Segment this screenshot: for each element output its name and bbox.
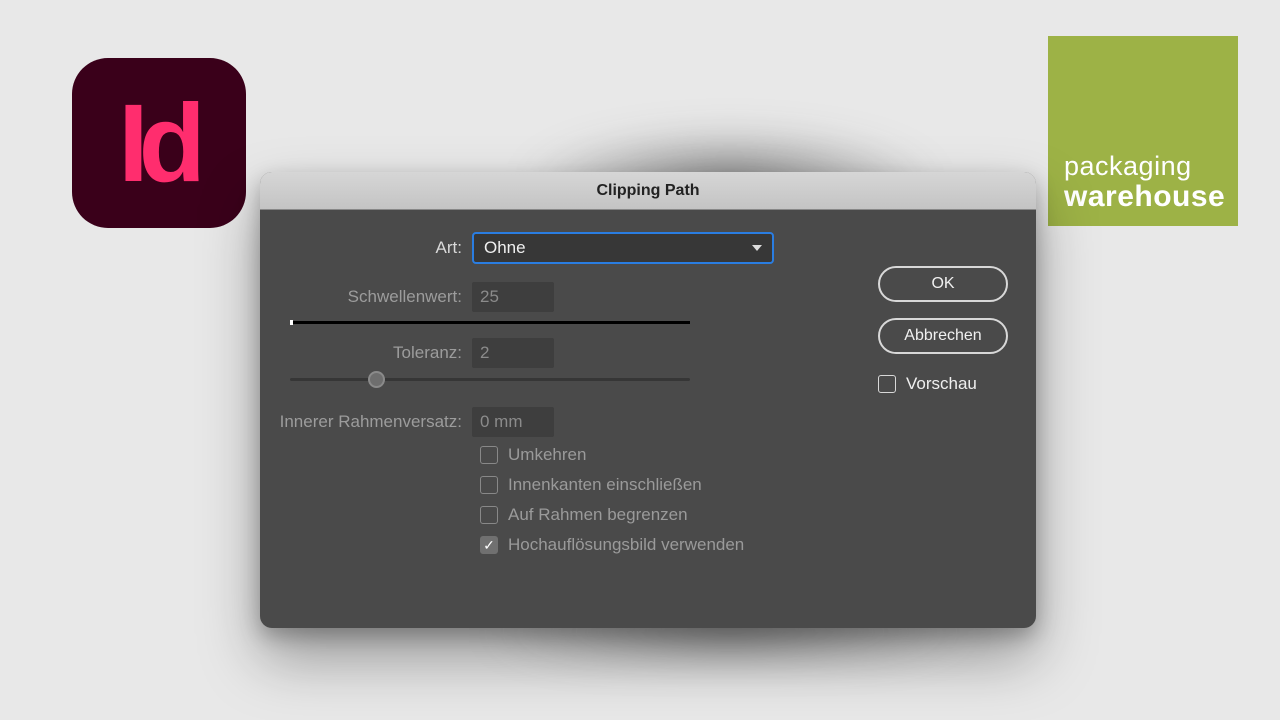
ok-button[interactable]: OK: [878, 266, 1008, 302]
auf-rahmen-label: Auf Rahmen begrenzen: [508, 505, 688, 525]
clipping-path-dialog: Clipping Path Art: Ohne Schwellenwert: 2…: [260, 172, 1036, 628]
form-area: Art: Ohne Schwellenwert: 25 Toleranz:: [260, 210, 820, 565]
umkehren-label: Umkehren: [508, 445, 586, 465]
hochaufloesung-checkbox-row[interactable]: ✓ Hochauflösungsbild verwenden: [480, 535, 820, 555]
logo-line-1: packaging: [1064, 151, 1222, 182]
dialog-title: Clipping Path: [596, 182, 699, 200]
innerer-rahmenversatz-label: Innerer Rahmenversatz:: [260, 412, 472, 432]
dialog-titlebar: Clipping Path: [260, 172, 1036, 210]
logo-line-2: warehouse: [1064, 180, 1222, 214]
innenkanten-label: Innenkanten einschließen: [508, 475, 702, 495]
art-dropdown-value: Ohne: [484, 238, 526, 258]
indesign-app-icon: I d: [72, 58, 246, 228]
hochaufloesung-label: Hochauflösungsbild verwenden: [508, 535, 744, 555]
toleranz-value: 2: [480, 343, 489, 363]
preview-checkbox-row[interactable]: Vorschau: [878, 374, 1008, 394]
slider-thumb[interactable]: [368, 371, 385, 388]
schwellenwert-input[interactable]: 25: [472, 282, 554, 312]
checkbox-icon: [878, 375, 896, 393]
chevron-down-icon: [752, 245, 762, 251]
schwellenwert-label: Schwellenwert:: [260, 287, 472, 307]
toleranz-label: Toleranz:: [260, 343, 472, 363]
preview-label: Vorschau: [906, 374, 977, 394]
app-icon-letter-d: d: [139, 94, 200, 193]
umkehren-checkbox-row[interactable]: Umkehren: [480, 445, 820, 465]
schwellenwert-value: 25: [480, 287, 499, 307]
innerer-rahmenversatz-value: 0 mm: [480, 412, 523, 432]
cancel-button[interactable]: Abbrechen: [878, 318, 1008, 354]
toleranz-slider[interactable]: [290, 378, 690, 381]
art-label: Art:: [260, 238, 472, 258]
checkbox-checked-icon: ✓: [480, 536, 498, 554]
innenkanten-checkbox-row[interactable]: Innenkanten einschließen: [480, 475, 820, 495]
art-dropdown[interactable]: Ohne: [472, 232, 774, 264]
auf-rahmen-checkbox-row[interactable]: Auf Rahmen begrenzen: [480, 505, 820, 525]
checkbox-icon: [480, 506, 498, 524]
toleranz-input[interactable]: 2: [472, 338, 554, 368]
dialog-buttons: OK Abbrechen Vorschau: [878, 266, 1008, 394]
checkbox-icon: [480, 446, 498, 464]
checkbox-icon: [480, 476, 498, 494]
packaging-warehouse-logo: packaging warehouse: [1048, 36, 1238, 226]
dialog-content: Art: Ohne Schwellenwert: 25 Toleranz:: [260, 210, 1036, 250]
innerer-rahmenversatz-input[interactable]: 0 mm: [472, 407, 554, 437]
